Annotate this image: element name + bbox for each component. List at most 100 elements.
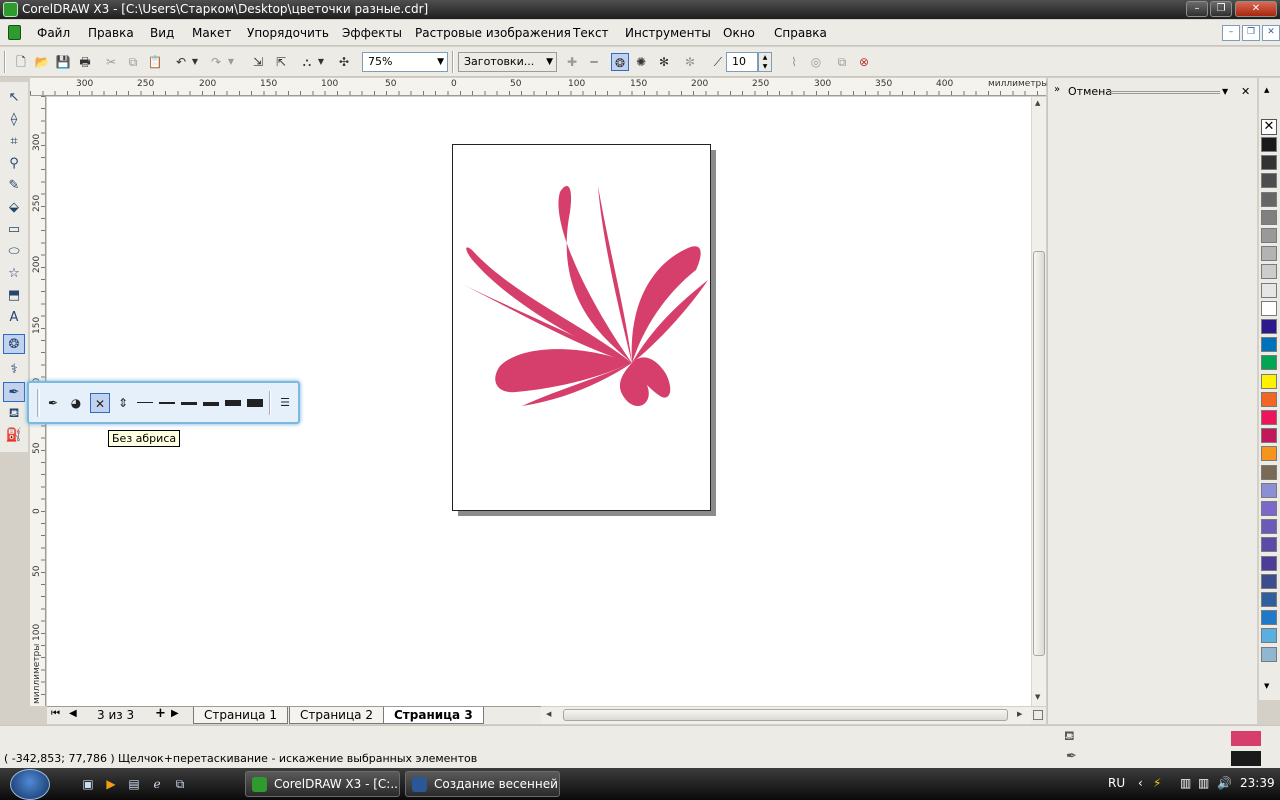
color-swatch[interactable] (1261, 628, 1277, 644)
color-swatch[interactable] (1261, 246, 1277, 262)
fill-color-indicator[interactable] (1231, 731, 1261, 746)
menu-help[interactable]: Справка (774, 26, 827, 40)
export-icon[interactable]: ⇱ (272, 53, 290, 71)
horizontal-scroll-thumb[interactable] (563, 709, 1008, 721)
docker-close-icon[interactable]: ✕ (1241, 85, 1250, 98)
palette-scroll-up-icon[interactable]: ▲ (1264, 86, 1269, 94)
zoom-tool-icon[interactable]: ⚲ (3, 154, 25, 174)
palette-scroll-down-icon[interactable]: ▼ (1264, 682, 1269, 690)
volume-icon[interactable]: 🔊 (1217, 776, 1232, 790)
no-outline-icon[interactable]: ✕ (90, 393, 110, 413)
crop-tool-icon[interactable]: ⌗ (3, 132, 25, 152)
color-swatch[interactable] (1261, 610, 1277, 626)
explorer-icon[interactable]: ▤ (126, 777, 142, 792)
polygon-tool-icon[interactable]: ☆ (3, 264, 25, 284)
color-swatch[interactable] (1261, 501, 1277, 516)
network-icon-2[interactable]: ▥ (1198, 776, 1209, 790)
pick-tool-icon[interactable]: ↖ (3, 88, 25, 108)
show-desktop-icon[interactable]: ▣ (80, 777, 96, 792)
smart-fill-tool-icon[interactable]: ⬙ (3, 198, 25, 218)
minimize-window-button[interactable]: – (1186, 1, 1208, 17)
flower-drawing[interactable] (452, 144, 711, 511)
tab-page-3[interactable]: Страница 3 (383, 707, 484, 724)
color-swatch[interactable] (1261, 191, 1277, 207)
petal[interactable] (466, 247, 632, 363)
horizontal-scrollbar[interactable]: ◀ ▶ (541, 707, 1031, 724)
color-swatch[interactable] (1261, 410, 1277, 425)
print-icon[interactable]: 🖶 (76, 53, 94, 71)
fill-tool-icon[interactable]: ⛾ (3, 404, 25, 424)
tab-page-2[interactable]: Страница 2 (289, 707, 384, 724)
first-page-icon[interactable]: ⏮ (51, 708, 60, 719)
menu-bitmaps[interactable]: Растровые изображения (415, 26, 571, 40)
network-icon[interactable]: ▥ (1180, 776, 1191, 790)
color-swatch[interactable] (1261, 300, 1277, 316)
spin-up-icon[interactable]: ▲ (759, 53, 771, 62)
color-swatch[interactable] (1261, 555, 1277, 571)
menu-layout[interactable]: Макет (192, 26, 231, 40)
color-swatch[interactable] (1261, 391, 1277, 407)
outline-width-3-icon[interactable] (181, 402, 197, 405)
media-player-icon[interactable]: ▶ (103, 777, 119, 792)
fill-bucket-icon[interactable]: ⛾ (1064, 729, 1075, 746)
interactive-fill-tool-icon[interactable]: ⛽ (3, 426, 25, 446)
color-swatch[interactable] (1261, 209, 1277, 225)
color-swatch[interactable] (1261, 446, 1277, 462)
color-swatch[interactable] (1261, 282, 1277, 298)
corel-online-icon[interactable]: ✣ (335, 53, 353, 71)
color-swatch[interactable] (1261, 573, 1277, 589)
scroll-left-icon[interactable]: ◀ (546, 710, 551, 718)
outline-width-4-icon[interactable] (203, 402, 219, 406)
flyout-grip[interactable] (37, 389, 40, 417)
launcher-dropdown-icon[interactable]: ▼ (316, 53, 326, 71)
clock[interactable]: 23:39 (1240, 776, 1275, 790)
spin-down-icon[interactable]: ▼ (759, 62, 771, 71)
close-window-button[interactable]: ✕ (1235, 1, 1277, 17)
shape-tool-icon[interactable]: ⟠ (3, 110, 25, 130)
paste-icon[interactable]: 📋 (146, 53, 164, 71)
scroll-down-icon[interactable]: ▼ (1035, 693, 1040, 701)
color-swatch[interactable] (1261, 646, 1277, 662)
vertical-scroll-thumb[interactable] (1033, 251, 1045, 656)
outline-width-1-icon[interactable] (137, 402, 153, 403)
safely-remove-hardware-icon[interactable]: ⚡ (1153, 776, 1161, 790)
color-swatch[interactable] (1261, 537, 1277, 553)
mdi-close-button[interactable]: ✕ (1262, 25, 1280, 41)
delete-preset-icon[interactable]: ━ (585, 53, 603, 71)
color-swatch[interactable] (1261, 482, 1277, 498)
menu-effects[interactable]: Эффекты (342, 26, 402, 40)
menu-file[interactable]: Файл (37, 26, 70, 40)
zipper-distortion-icon[interactable]: ✺ (632, 53, 650, 71)
toolbar-grip[interactable] (4, 51, 6, 73)
local-distortion-icon[interactable]: ◎ (807, 53, 825, 71)
outline-color-dialog-icon[interactable]: ◕ (66, 393, 86, 413)
tray-expand-icon[interactable]: ‹ (1138, 776, 1143, 790)
taskbar-word[interactable]: Создание весенней... (405, 771, 560, 797)
menu-arrange[interactable]: Упорядочить (247, 26, 329, 40)
start-button[interactable] (10, 769, 50, 800)
color-swatch[interactable] (1261, 319, 1277, 334)
copy-distortion-icon[interactable]: ⧉ (833, 53, 851, 71)
menu-edit[interactable]: Правка (88, 26, 134, 40)
amplitude-spinner[interactable]: ▲ ▼ (758, 52, 772, 72)
petal[interactable] (598, 186, 632, 363)
outline-width-5-icon[interactable] (225, 400, 241, 406)
add-page-icon[interactable]: + (155, 706, 166, 721)
color-swatch[interactable] (1261, 337, 1277, 353)
color-swatch[interactable] (1261, 173, 1277, 189)
switch-windows-icon[interactable]: ⧉ (172, 777, 188, 792)
open-icon[interactable]: 📂 (33, 53, 51, 71)
zoom-level-combo[interactable]: 75% ▼ (362, 52, 448, 72)
add-preset-icon[interactable]: ✚ (563, 53, 581, 71)
menu-view[interactable]: Вид (150, 26, 174, 40)
color-swatch[interactable] (1261, 464, 1277, 480)
text-tool-icon[interactable]: A (3, 308, 25, 328)
outline-width-6-icon[interactable] (247, 399, 263, 407)
random-distortion-icon[interactable]: ✼ (681, 53, 699, 71)
previous-page-icon[interactable]: ◀ (69, 708, 77, 719)
undo-dropdown-icon[interactable]: ▼ (190, 53, 200, 71)
outline-tool-icon[interactable]: ✒ (3, 382, 25, 402)
application-launcher-icon[interactable]: ⛬ (298, 53, 316, 71)
outline-pen-dialog-icon[interactable]: ✒ (43, 393, 63, 413)
rectangle-tool-icon[interactable]: ▭ (3, 220, 25, 240)
